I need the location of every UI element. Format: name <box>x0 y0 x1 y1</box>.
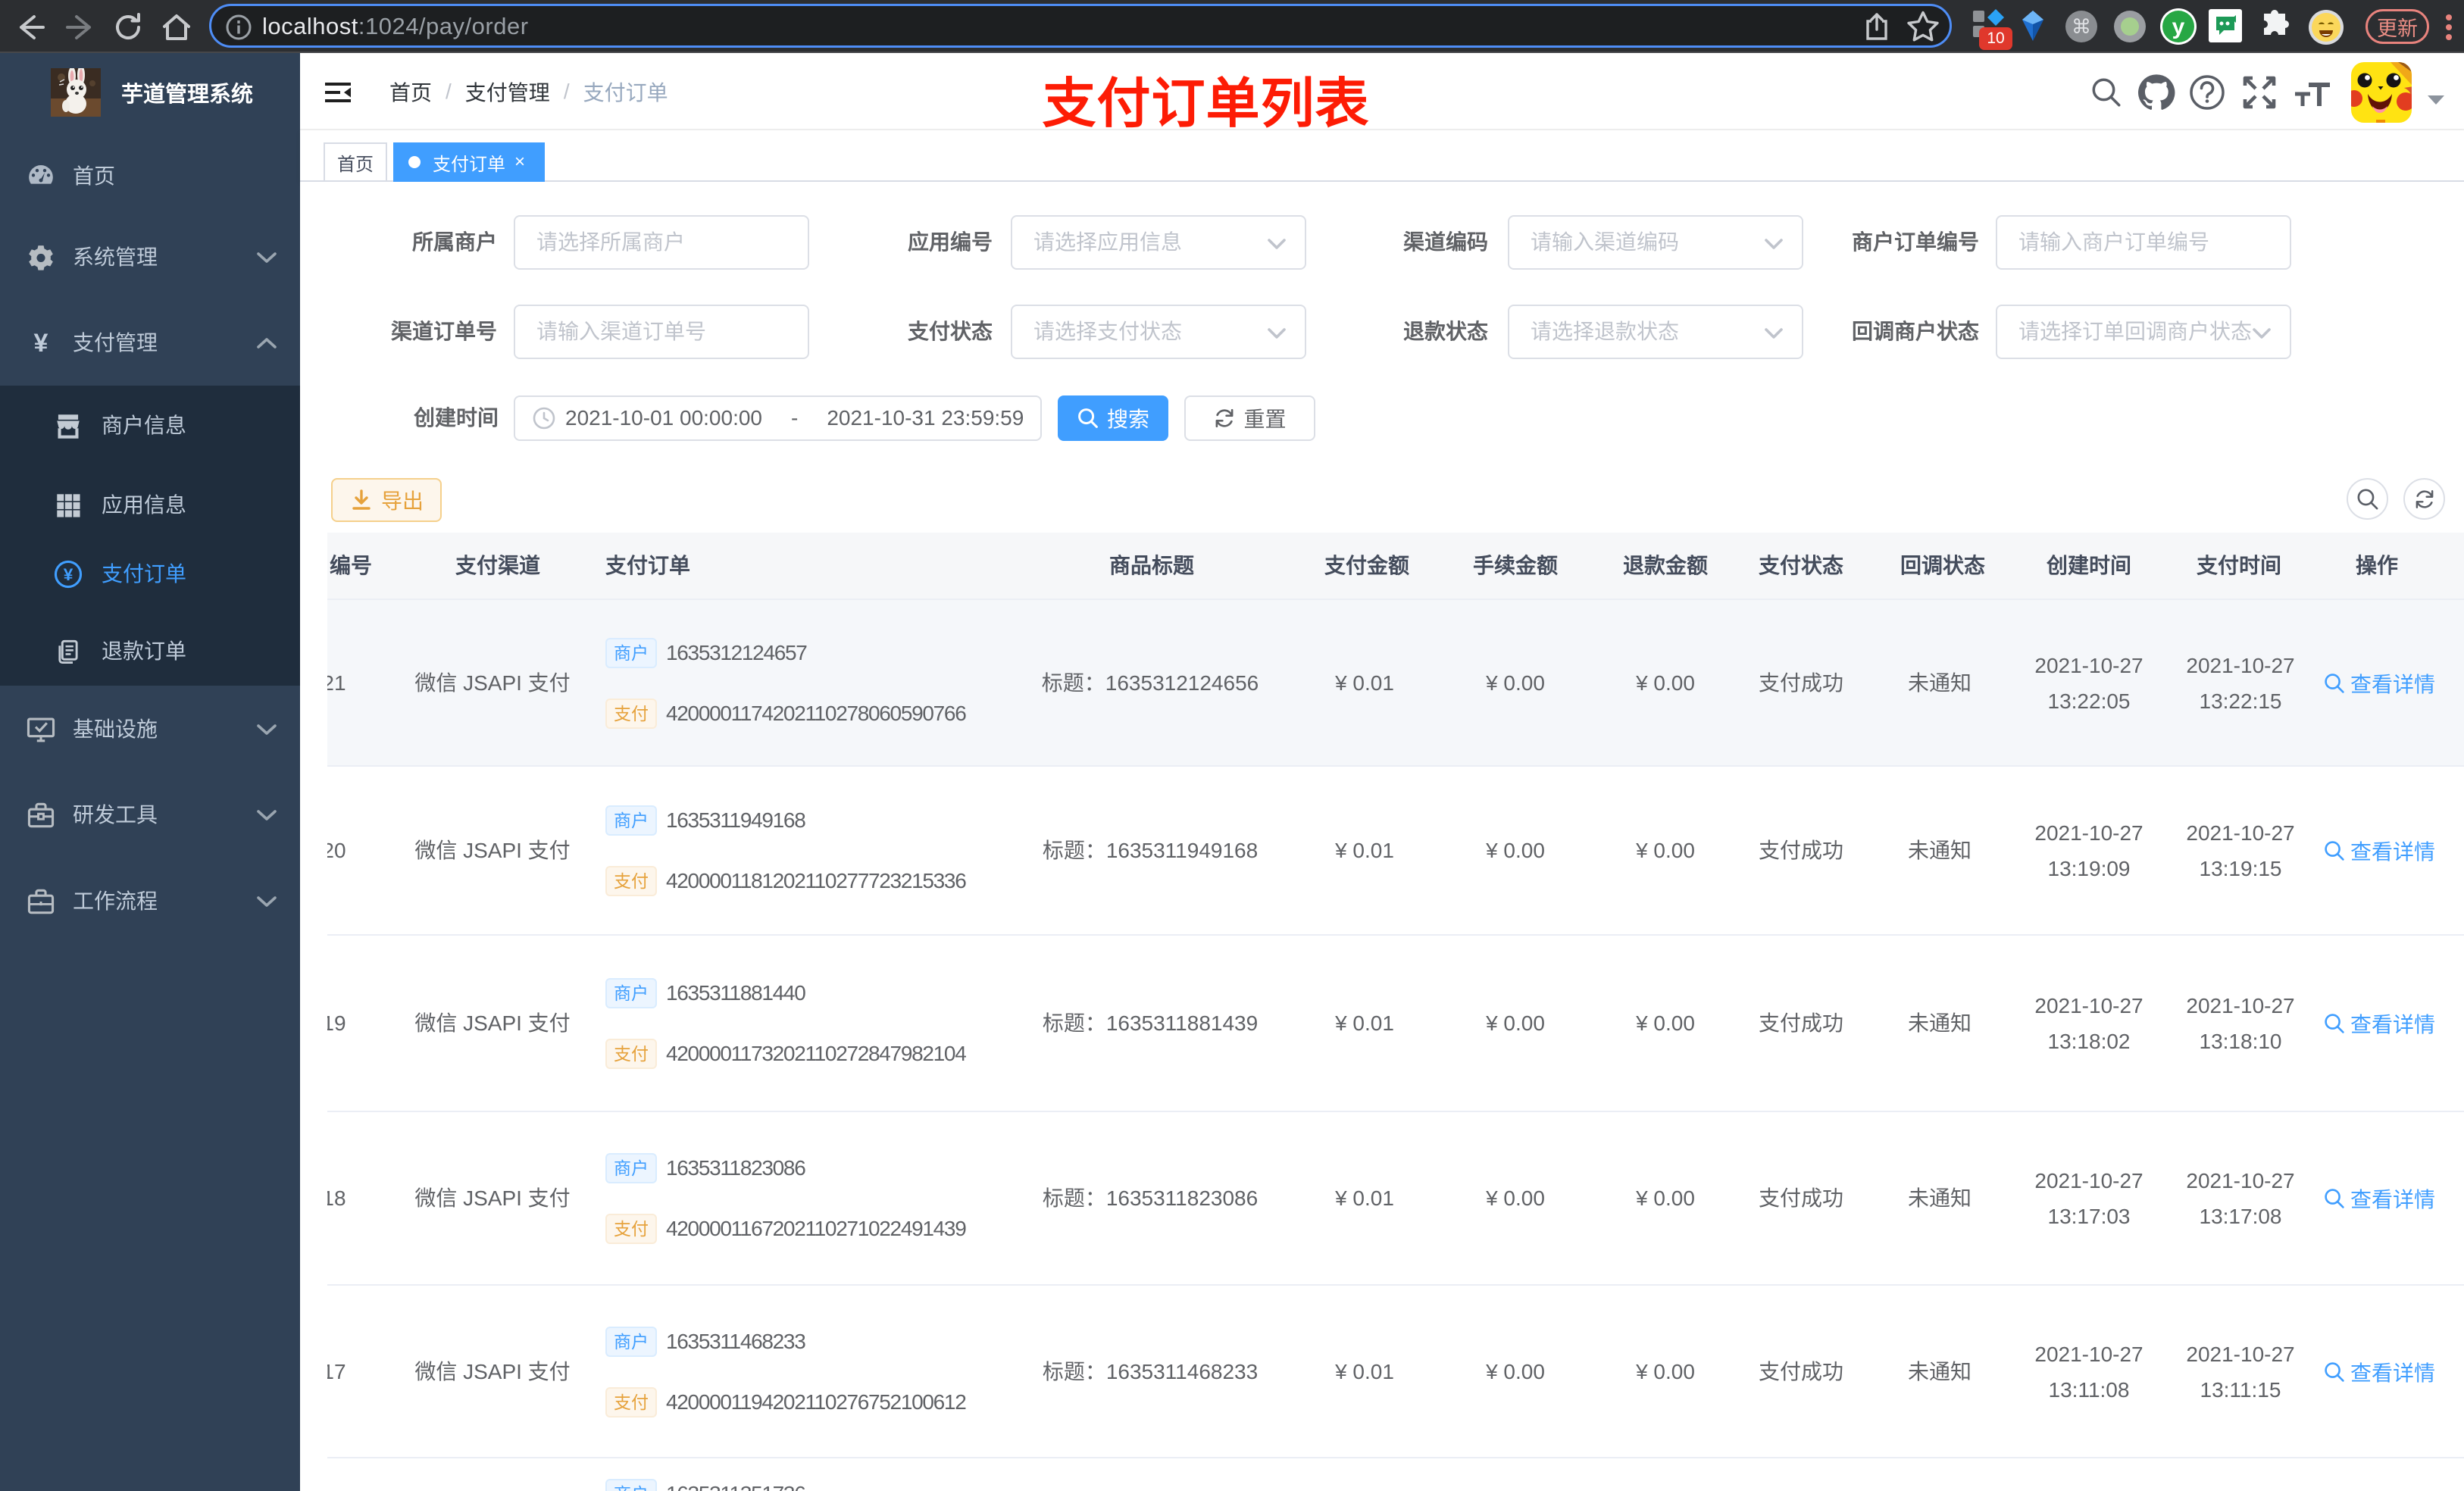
svg-text:⌘: ⌘ <box>2072 15 2091 38</box>
svg-text:¥: ¥ <box>64 565 73 584</box>
svg-text:y: y <box>2172 14 2185 39</box>
